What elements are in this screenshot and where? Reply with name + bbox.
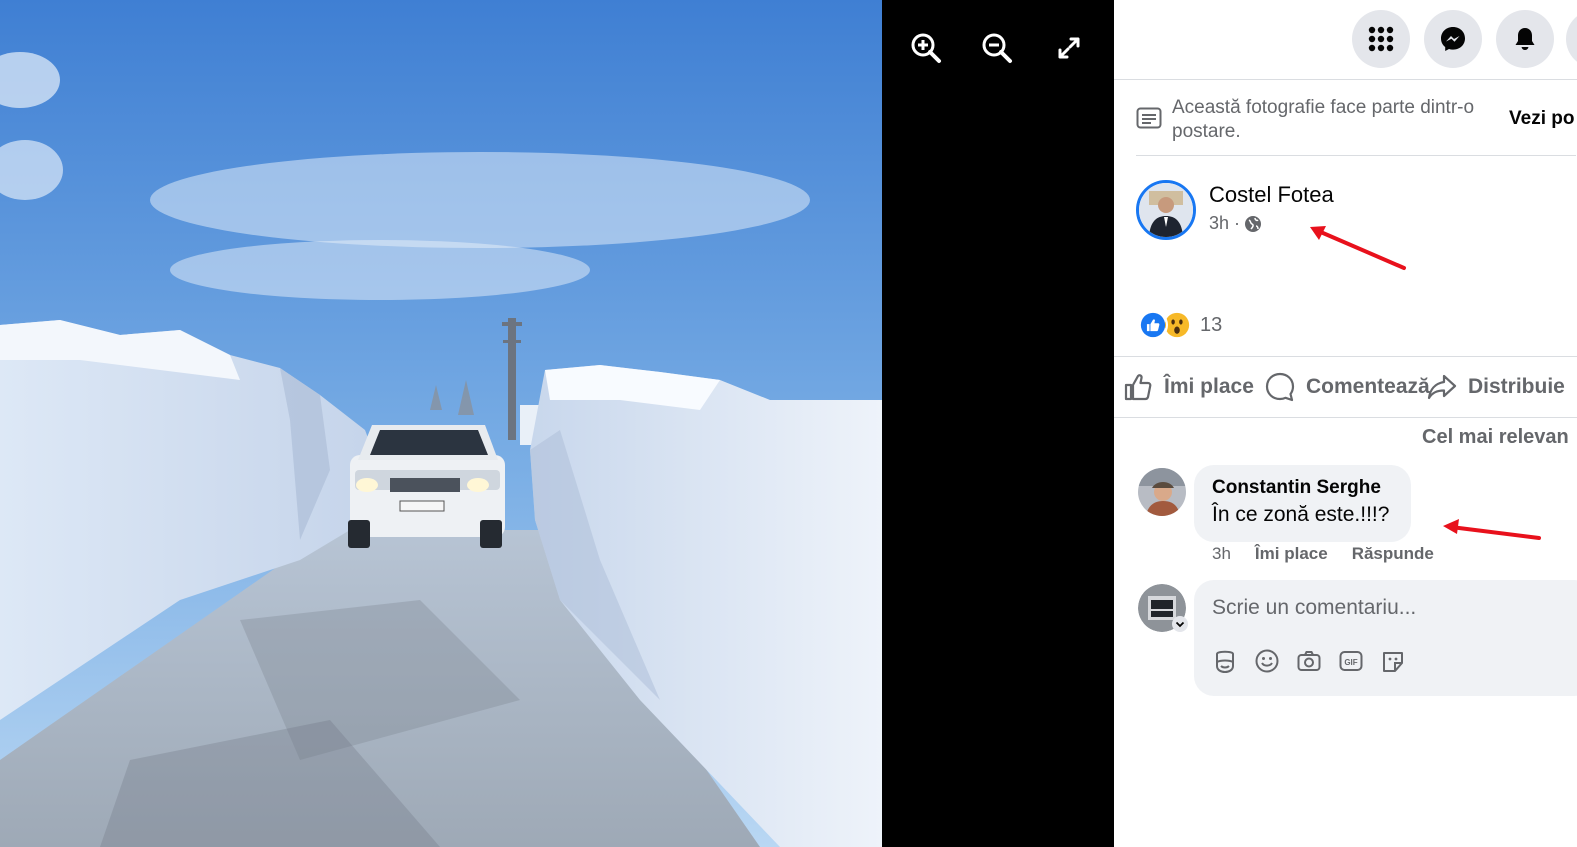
reactions-summary[interactable]: 13 [1138, 308, 1222, 342]
messenger-icon [1441, 27, 1465, 51]
messenger-button[interactable] [1424, 10, 1482, 68]
comment-time[interactable]: 3h [1212, 544, 1231, 564]
apps-grid-icon [1368, 26, 1394, 52]
comment-reply-link[interactable]: Răspunde [1352, 544, 1434, 564]
comment-bubble: Constantin Serghe În ce zonă este.!!!? [1194, 465, 1411, 542]
account-button[interactable] [1566, 10, 1577, 68]
thumbs-up-icon [1124, 374, 1152, 401]
fullscreen-button[interactable] [1049, 28, 1089, 68]
photo-post-notice: Această fotografie face parte dintr-o po… [1136, 94, 1576, 156]
comment-label: Comentează [1306, 375, 1430, 398]
comment-composer: GIF [1194, 580, 1577, 696]
commenter-avatar[interactable] [1138, 468, 1186, 516]
top-navigation-bar [1114, 0, 1577, 80]
emoji-icon[interactable] [1254, 648, 1280, 674]
post-actions-bar: Îmi place Comentează Distribuie [1114, 356, 1577, 418]
post-photo [0, 0, 882, 847]
author-avatar[interactable] [1136, 180, 1196, 240]
menu-button[interactable] [1352, 10, 1410, 68]
like-label: Îmi place [1164, 375, 1254, 398]
current-user-avatar[interactable] [1138, 584, 1188, 632]
post-time[interactable]: 3h · [1209, 213, 1240, 234]
share-label: Distribuie [1468, 375, 1565, 398]
comment-input[interactable] [1212, 592, 1572, 624]
comment-like-link[interactable]: Îmi place [1255, 544, 1328, 564]
annotation-arrow-comment [1443, 519, 1541, 540]
post-notice-text: Această fotografie face parte dintr-o po… [1172, 97, 1475, 142]
like-button[interactable]: Îmi place [1122, 369, 1254, 405]
post-meta: 3h · [1209, 213, 1262, 234]
commenter-name[interactable]: Constantin Serghe [1212, 477, 1381, 499]
comment-text: În ce zonă este.!!!? [1212, 503, 1390, 526]
zoom-out-button[interactable] [977, 28, 1017, 68]
like-reaction-icon [1138, 310, 1168, 340]
comment-button[interactable]: Comentează [1264, 369, 1430, 405]
notifications-bell-icon [1515, 28, 1535, 50]
comment-sort-dropdown[interactable]: Cel mai relevan [1422, 426, 1569, 449]
reaction-count: 13 [1200, 313, 1223, 336]
expand-icon [1058, 37, 1080, 59]
share-button[interactable]: Distribuie [1426, 369, 1565, 405]
avatar-sticker-icon[interactable] [1212, 648, 1238, 674]
chevron-down-icon[interactable] [1172, 616, 1188, 632]
notifications-button[interactable] [1496, 10, 1554, 68]
comment-meta: 3h Îmi place Răspunde [1212, 544, 1434, 564]
share-arrow-icon [1427, 374, 1457, 400]
view-post-link[interactable]: Vezi po [1509, 108, 1574, 130]
globe-icon [1245, 215, 1262, 232]
sticker-icon[interactable] [1380, 648, 1406, 674]
photo-viewer-background [882, 0, 1114, 847]
gif-icon[interactable]: GIF [1338, 648, 1364, 674]
zoom-out-icon [982, 33, 1012, 63]
zoom-in-button[interactable] [906, 28, 946, 68]
post-text-icon [1136, 107, 1162, 129]
post-author-name[interactable]: Costel Fotea [1209, 182, 1334, 208]
composer-tools: GIF [1212, 648, 1406, 674]
zoom-in-icon [911, 33, 941, 63]
comment-bubble-icon [1265, 372, 1295, 402]
annotation-arrow-post-time [1310, 226, 1406, 270]
post-side-panel: Această fotografie face parte dintr-o po… [1114, 0, 1577, 847]
camera-icon[interactable] [1296, 648, 1322, 674]
svg-text:GIF: GIF [1344, 658, 1357, 667]
